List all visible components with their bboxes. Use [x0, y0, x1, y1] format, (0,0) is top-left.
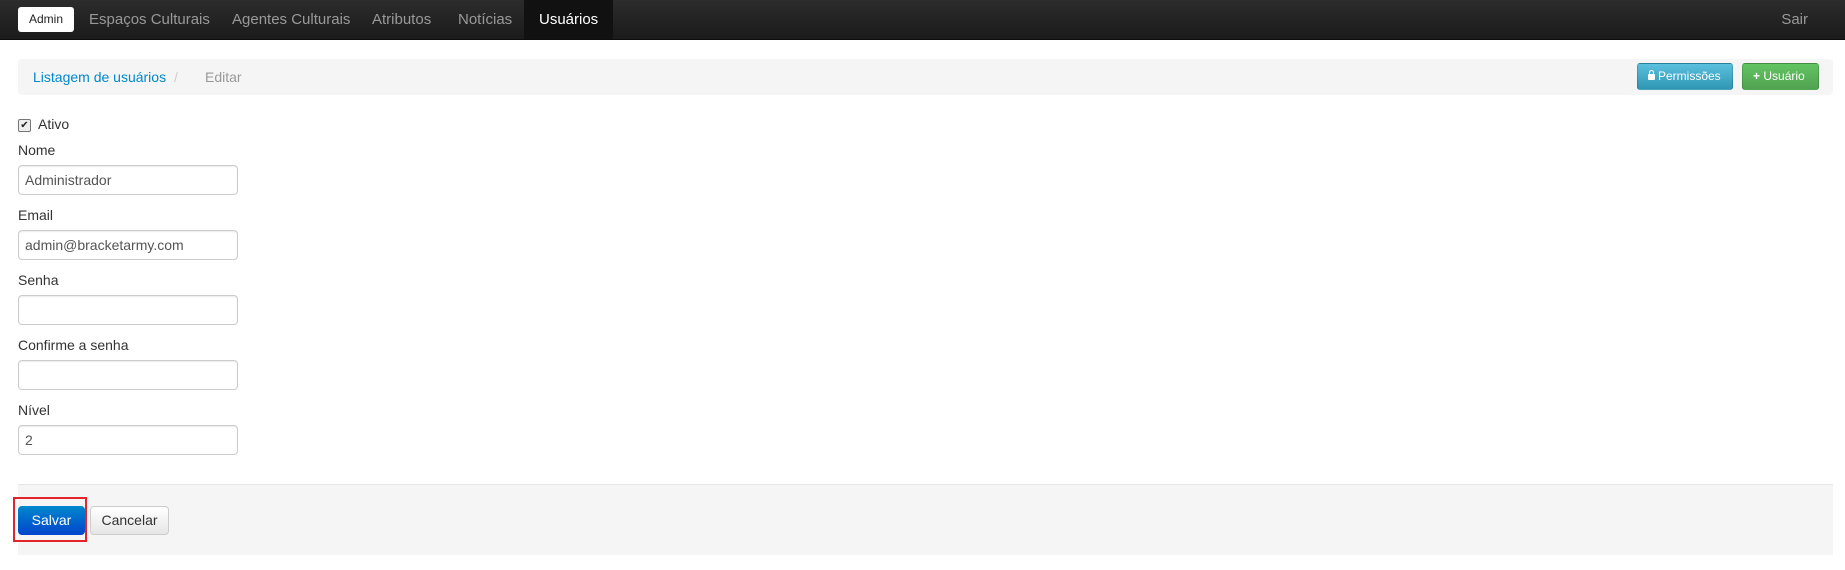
lock-icon — [1648, 70, 1655, 80]
password-label: Senha — [18, 272, 59, 288]
nav-atributos[interactable]: Atributos — [372, 0, 431, 39]
password-input[interactable] — [18, 295, 238, 325]
cancel-button[interactable]: Cancelar — [90, 506, 169, 535]
active-checkbox[interactable]: ✔ — [18, 119, 31, 132]
level-input[interactable]: 2 — [18, 425, 238, 455]
add-user-button-label: Usuário — [1763, 69, 1805, 83]
permissions-button[interactable]: Permissões — [1637, 63, 1733, 90]
nav-logout[interactable]: Sair — [1781, 0, 1808, 39]
email-input[interactable]: admin@bracketarmy.com — [18, 230, 238, 260]
confirm-password-input[interactable] — [18, 360, 238, 390]
nav-espacos-culturais[interactable]: Espaços Culturais — [89, 0, 210, 39]
confirm-password-label: Confirme a senha — [18, 337, 129, 353]
active-checkbox-label: Ativo — [38, 116, 70, 132]
nav-agentes-culturais[interactable]: Agentes Culturais — [232, 0, 350, 39]
plus-icon: + — [1753, 69, 1761, 83]
breadcrumb-separator: / — [174, 69, 178, 85]
brand-admin[interactable]: Admin — [18, 7, 74, 32]
breadcrumb-current: Editar — [205, 69, 242, 85]
add-user-button[interactable]: + Usuário — [1742, 63, 1819, 90]
save-button[interactable]: Salvar — [18, 506, 85, 535]
email-label: Email — [18, 207, 54, 223]
permissions-button-label: Permissões — [1658, 69, 1721, 83]
form-actions: Salvar Cancelar — [13, 484, 1833, 555]
name-label: Nome — [18, 142, 56, 158]
breadcrumb: Listagem de usuários / Editar Permissões… — [18, 59, 1833, 95]
top-navbar: Admin Espaços Culturais Agentes Culturai… — [0, 0, 1845, 40]
name-input[interactable]: Administrador — [18, 165, 238, 195]
breadcrumb-link-listagem[interactable]: Listagem de usuários — [33, 59, 166, 95]
nav-usuarios[interactable]: Usuários — [524, 0, 614, 39]
level-label: Nível — [18, 402, 50, 418]
nav-noticias[interactable]: Notícias — [458, 0, 512, 39]
